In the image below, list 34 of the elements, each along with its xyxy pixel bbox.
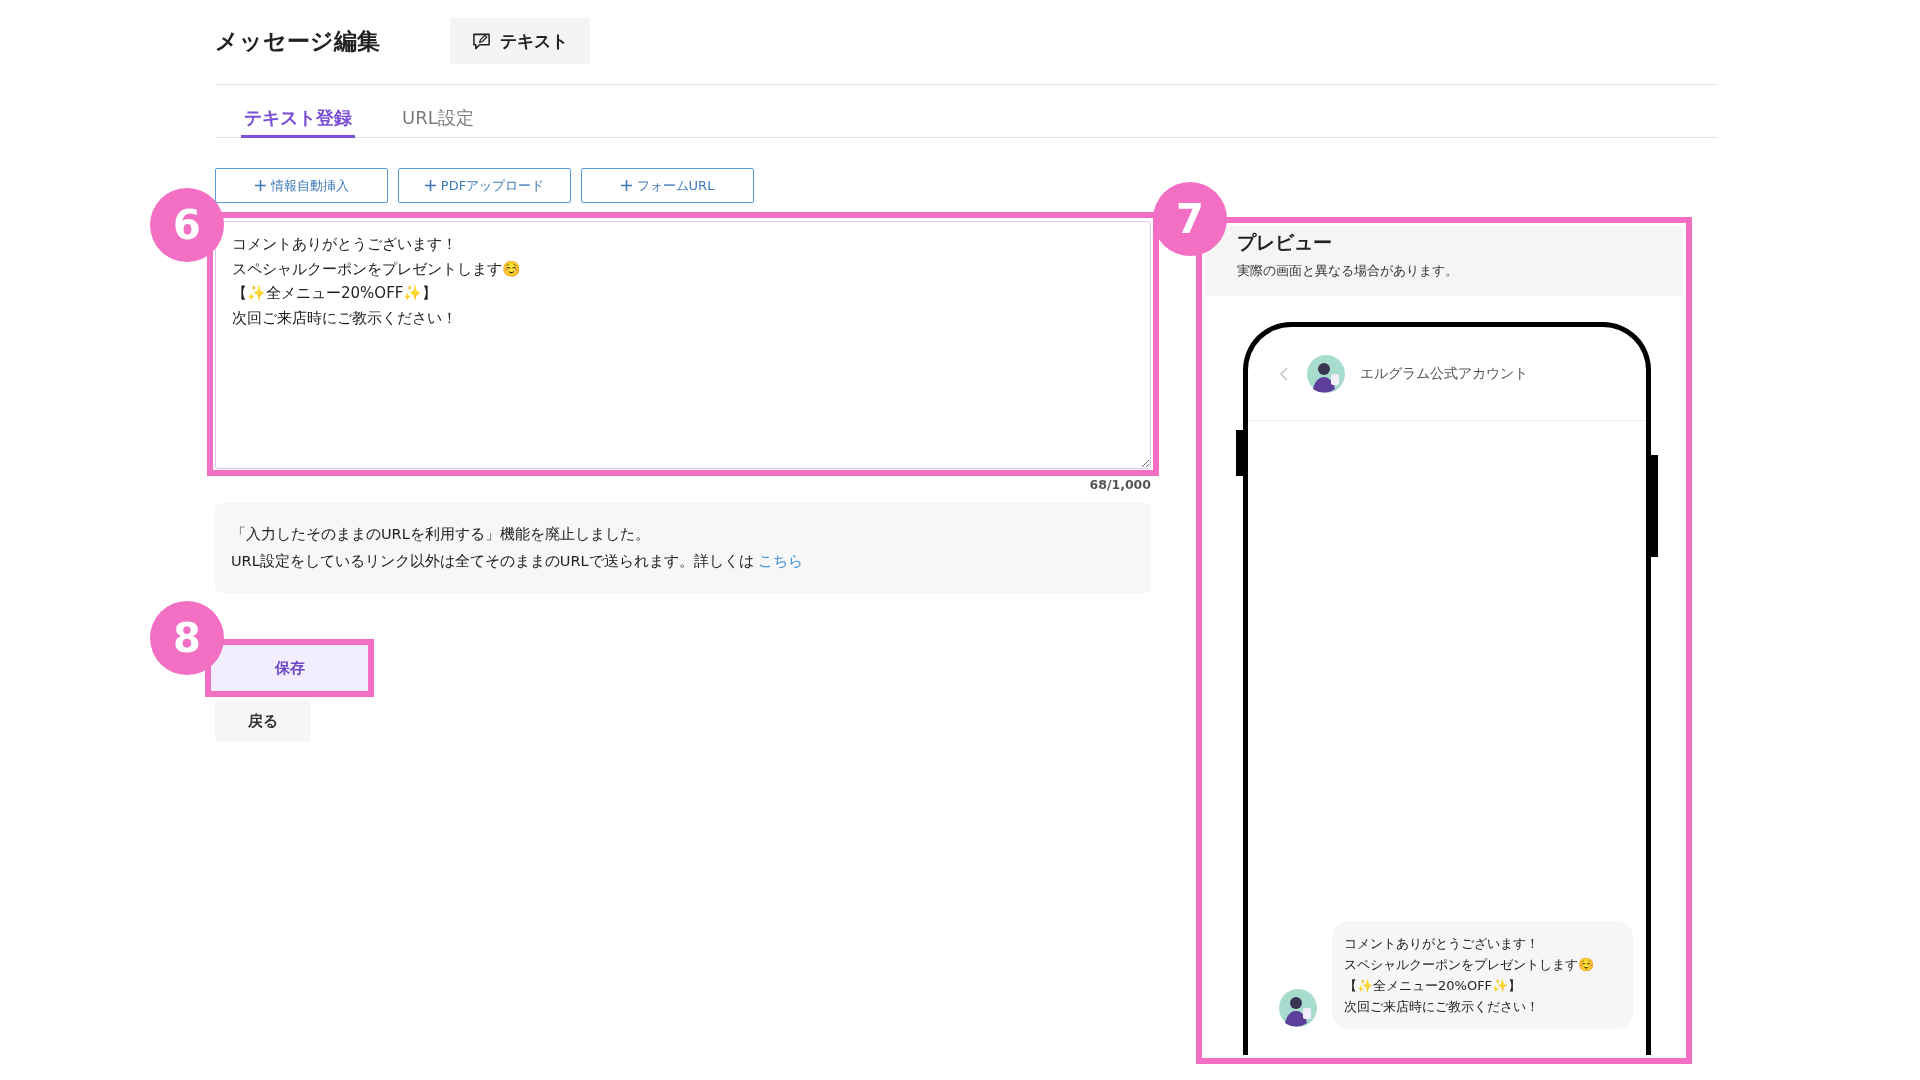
save-button[interactable]: 保存 bbox=[211, 645, 368, 691]
message-line: スペシャルクーポンをプレゼントします☺ bbox=[1344, 957, 1594, 972]
plus-icon bbox=[254, 180, 266, 191]
message-line: 【✨全メニュー20%OFF✨】 bbox=[232, 284, 438, 302]
insert-button[interactable]: PDFアップロード bbox=[398, 168, 571, 203]
step-number: 6 bbox=[150, 188, 224, 262]
back-button[interactable]: 戻る bbox=[215, 701, 311, 742]
plus-icon bbox=[620, 180, 632, 191]
chat-edit-icon bbox=[472, 31, 491, 51]
insert-button[interactable]: 情報自動挿入 bbox=[215, 168, 388, 203]
message-line: スペシャルクーポンをプレゼントします☺ bbox=[232, 259, 521, 278]
message-line: 次回ご来店時にご教示ください！ bbox=[232, 308, 457, 327]
chevron-left-icon[interactable] bbox=[1280, 366, 1288, 381]
preview-title: プレビュー bbox=[1237, 231, 1333, 255]
message-line: 【✨全メニュー20%OFF✨】 bbox=[1344, 978, 1522, 993]
message-line: 次回ご来店時にご教示ください！ bbox=[1344, 999, 1539, 1014]
character-counter: 68/1,000 bbox=[1089, 477, 1151, 493]
page-title: メッセージ編集 bbox=[215, 26, 380, 56]
tab[interactable]: テキスト登録 bbox=[241, 101, 355, 138]
message-line: コメントありがとうございます！ bbox=[1344, 936, 1539, 951]
details-link[interactable]: こちら bbox=[758, 553, 804, 569]
avatar-icon bbox=[1279, 989, 1317, 1027]
message-text-field[interactable]: コメントありがとうございます！ スペシャルクーポンをプレゼントします☺ 【✨全メニュー20%OFF✨】 次回ご来店時にご教示ください！ bbox=[215, 221, 1151, 469]
tab[interactable]: URL設定 bbox=[399, 101, 477, 138]
notice-text: 「入力したそのままのURLを利用する」機能を廃止しました。 URL設定をしているリンク以外は全てそのままのURLで送られます。詳しくは こちら bbox=[231, 525, 805, 571]
preview-subtitle: 実際の画面と異なる場合があります。 bbox=[1237, 262, 1459, 280]
step-number: 7 bbox=[1153, 182, 1227, 256]
insert-button[interactable]: フォームURL bbox=[581, 168, 754, 203]
plus-icon bbox=[424, 180, 436, 191]
account-name: エルグラム公式アカウント bbox=[1360, 364, 1528, 383]
message-line: コメントありがとうございます！ bbox=[232, 235, 457, 253]
avatar-icon bbox=[1307, 354, 1345, 393]
step-number: 8 bbox=[150, 601, 224, 675]
message-type-label: テキスト bbox=[500, 29, 568, 53]
